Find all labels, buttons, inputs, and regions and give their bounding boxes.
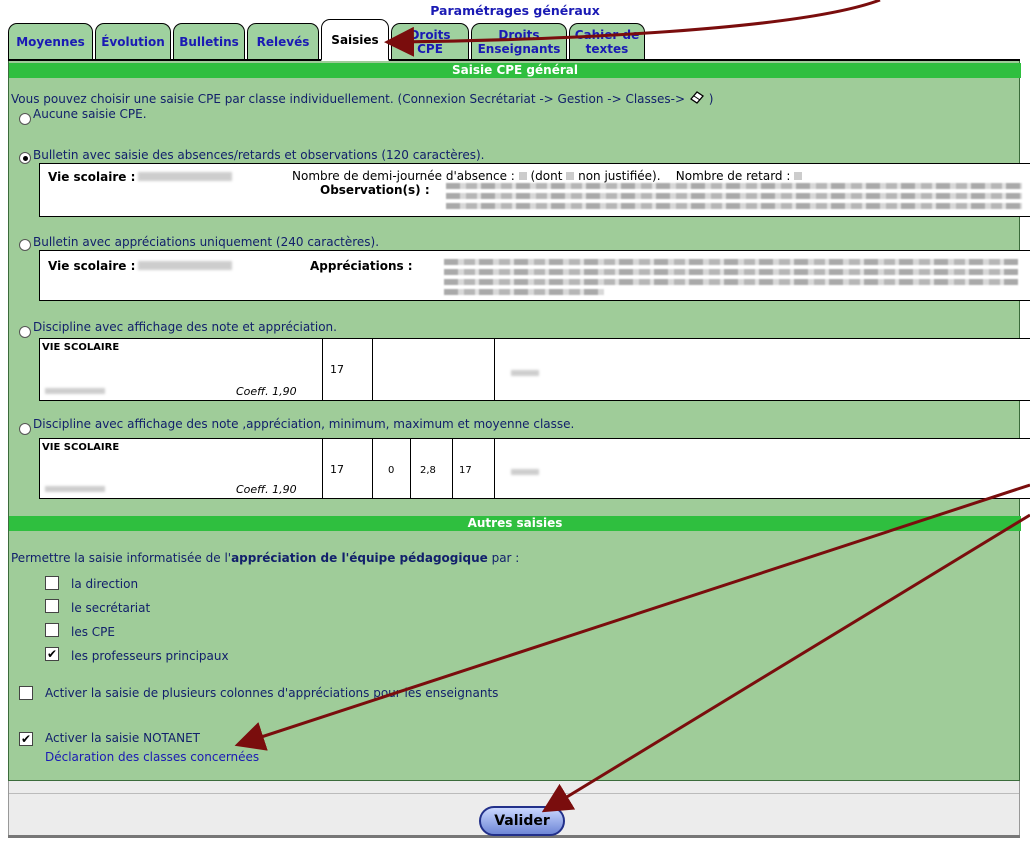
- annotation-arrows: [234, 0, 1030, 813]
- arrow-annotation-icon: [234, 483, 1030, 751]
- arrow-annotation-icon: [541, 513, 1030, 813]
- arrow-annotation-icon: [384, 0, 881, 57]
